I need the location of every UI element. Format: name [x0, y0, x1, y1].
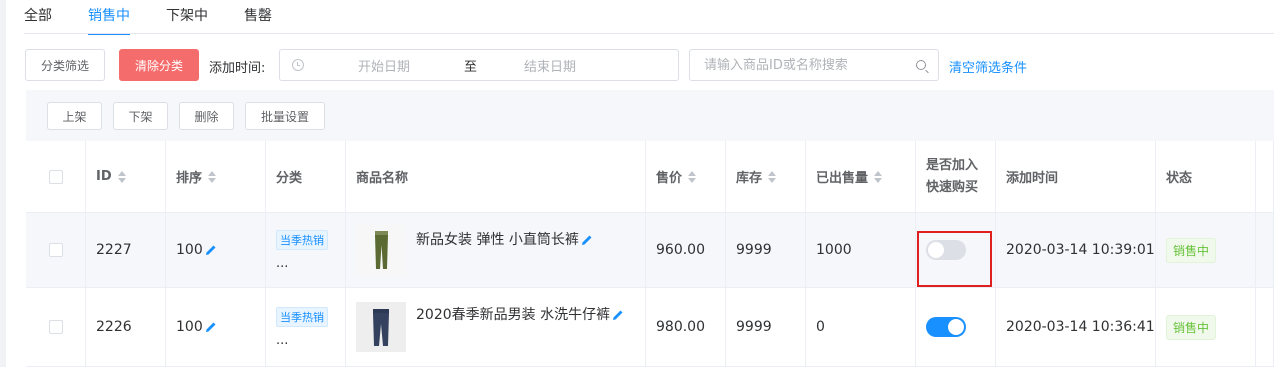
header-sort[interactable]: 排序	[166, 141, 266, 212]
start-date-placeholder: 开始日期	[358, 59, 411, 75]
clock-icon	[292, 59, 304, 71]
cell-added-time: 2020-03-14 10:36:41	[996, 288, 1156, 366]
clear-category-button[interactable]: 清除分类	[119, 49, 199, 81]
cell-sold: 1000	[806, 213, 916, 287]
edit-pencil-icon[interactable]	[205, 321, 217, 333]
cell-added-time: 2020-03-14 10:39:01	[996, 213, 1156, 287]
date-range-picker[interactable]: 开始日期 至 结束日期	[279, 49, 679, 81]
product-thumbnail[interactable]	[356, 302, 406, 352]
header-price[interactable]: 售价	[646, 141, 726, 212]
table-row: 2226 100 当季热销 ... 2020春季新品男装 水洗牛仔裤 980.0…	[26, 288, 1274, 367]
delete-button[interactable]: 删除	[179, 102, 234, 130]
sort-icon	[874, 170, 883, 183]
cell-id: 2227	[86, 213, 166, 287]
cell-stock: 9999	[726, 288, 806, 366]
tab-on-sale[interactable]: 销售中	[88, 0, 130, 35]
header-stock[interactable]: 库存	[726, 141, 806, 212]
cell-price: 960.00	[646, 213, 726, 287]
status-tabs: 全部 销售中 下架中 售罄	[24, 0, 308, 35]
sort-icon	[117, 170, 126, 183]
header-sold[interactable]: 已出售量	[806, 141, 916, 212]
search-icon[interactable]	[916, 60, 926, 70]
product-thumbnail[interactable]	[356, 225, 406, 275]
quick-buy-toggle[interactable]	[926, 240, 966, 260]
cell-price: 980.00	[646, 288, 726, 366]
batch-settings-button[interactable]: 批量设置	[245, 102, 325, 130]
edit-pencil-icon[interactable]	[205, 244, 217, 256]
search-input[interactable]	[704, 50, 904, 80]
quick-buy-toggle[interactable]	[926, 317, 966, 337]
tab-off-shelf[interactable]: 下架中	[166, 0, 208, 34]
category-more: ...	[276, 332, 289, 348]
cell-sort: 100	[176, 242, 203, 258]
cell-sort: 100	[176, 319, 203, 335]
cell-stock: 9999	[726, 213, 806, 287]
shelve-button[interactable]: 上架	[47, 102, 102, 130]
range-separator: 至	[464, 59, 478, 75]
left-edge	[0, 0, 6, 367]
status-badge: 销售中	[1166, 237, 1217, 263]
header-status: 状态	[1156, 141, 1256, 212]
sort-icon	[768, 170, 777, 183]
category-tag: 当季热销	[276, 229, 328, 250]
unshelve-button[interactable]: 下架	[113, 102, 168, 130]
header-added-time: 添加时间	[996, 141, 1156, 212]
product-name: 新品女装 弹性 小直筒长裤	[416, 232, 579, 248]
tab-all[interactable]: 全部	[24, 0, 52, 34]
product-name: 2020春季新品男装 水洗牛仔裤	[416, 307, 611, 323]
header-id[interactable]: ID	[86, 141, 166, 212]
jeans-image	[373, 309, 389, 346]
edit-pencil-icon[interactable]	[581, 234, 593, 246]
select-all-checkbox[interactable]	[48, 169, 63, 184]
header-quick-buy: 是否加入 快速购买	[916, 141, 996, 212]
add-time-label: 添加时间:	[209, 61, 266, 76]
table-header: ID 排序 分类 商品名称 售价 库存 已出售量 是否加入 快速购买 添加时间 状…	[26, 141, 1274, 213]
category-tag: 当季热销	[276, 306, 328, 327]
header-name: 商品名称	[346, 141, 646, 212]
category-filter-button[interactable]: 分类筛选	[25, 49, 105, 81]
tab-sold-out[interactable]: 售罄	[244, 0, 272, 34]
edit-pencil-icon[interactable]	[612, 309, 624, 321]
cell-sold: 0	[806, 288, 916, 366]
clear-filters-link[interactable]: 清空筛选条件	[949, 57, 1027, 76]
cell-id: 2226	[86, 288, 166, 366]
status-badge: 销售中	[1166, 314, 1217, 340]
sort-icon	[688, 170, 697, 183]
tabs-divider	[24, 33, 1274, 34]
table-row: 2227 100 当季热销 ... 新品女装 弹性 小直筒长裤 960.00 9…	[26, 213, 1274, 288]
search-box	[689, 49, 939, 81]
row-checkbox[interactable]	[48, 243, 63, 257]
header-category: 分类	[266, 141, 346, 212]
end-date-placeholder: 结束日期	[524, 59, 577, 75]
pants-image	[375, 231, 388, 269]
row-checkbox[interactable]	[48, 320, 63, 334]
category-more: ...	[276, 255, 289, 271]
sort-icon	[208, 170, 217, 183]
